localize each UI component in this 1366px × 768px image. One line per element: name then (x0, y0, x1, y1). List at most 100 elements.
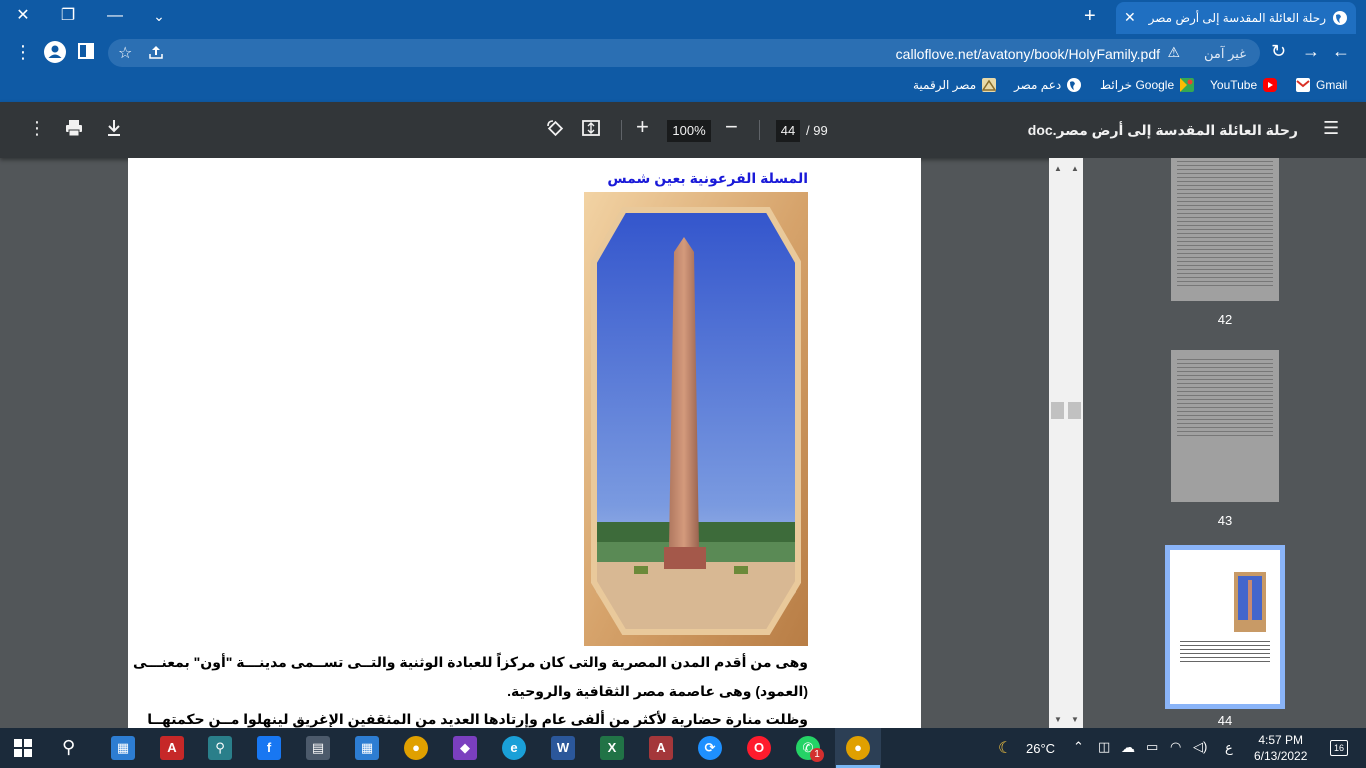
chrome-active-icon[interactable]: ● (846, 736, 870, 760)
chrome-icon[interactable]: ● (404, 736, 428, 760)
bookmark-label: Gmail (1316, 78, 1348, 92)
bookmark-support-egypt[interactable]: دعم مصر (1014, 78, 1082, 92)
more-options-icon[interactable]: ⋮ (28, 118, 46, 139)
temperature[interactable]: 26°C (1026, 741, 1055, 756)
fit-page-icon[interactable] (581, 118, 601, 138)
minimize-window-button[interactable]: — (92, 4, 138, 28)
pdf-page: المسلة الفرعونية بعين شمس وهى من أقدم ال… (128, 158, 921, 728)
close-window-button[interactable]: ✕ (0, 4, 46, 28)
download-icon[interactable] (104, 118, 124, 138)
show-hidden-icons-icon[interactable]: ⌃ (1073, 739, 1084, 755)
side-panel-icon[interactable] (78, 43, 94, 59)
windows-start-icon[interactable] (14, 739, 32, 757)
sync-icon[interactable]: ⟳ (698, 736, 722, 760)
toolbar-separator (621, 120, 622, 140)
bookmark-digital-egypt[interactable]: مصر الرقمية (913, 78, 997, 92)
toolbar-separator (759, 120, 760, 140)
scrollbar-thumb[interactable] (1051, 402, 1064, 419)
zoom-level-input[interactable]: 100% (667, 120, 711, 142)
menu-kebab-icon[interactable]: ⋮ (14, 42, 32, 63)
meet-now-icon[interactable]: ◫ (1098, 739, 1110, 755)
zoom-in-icon[interactable]: + (636, 114, 649, 140)
browser-tab[interactable]: رحلة العائلة المقدسة إلى أرض مصر ✕ (1116, 2, 1356, 34)
close-tab-icon[interactable]: ✕ (1124, 9, 1136, 26)
bookmark-label: YouTube (1210, 78, 1258, 92)
calendar-icon[interactable]: ▦ (355, 736, 379, 760)
windows-taskbar: ⚲ ▦ A ⚲ f ▤ ▦ ● ◆ e W X A ⟳ O ✆ 1 ● ☾ 26… (0, 728, 1366, 768)
search-icon[interactable]: ⚲ (62, 737, 75, 758)
back-icon[interactable]: ← (1332, 41, 1350, 62)
bookmark-star-icon[interactable]: ☆ (118, 43, 132, 63)
bookmark-label: خرائط Google (1100, 78, 1175, 92)
bookmark-google-maps[interactable]: خرائط Google (1100, 78, 1195, 92)
gmail-icon (1296, 78, 1310, 92)
clock-time: 4:57 PM (1258, 733, 1304, 747)
navigation-bar: ⋮ ☆ calloflove.net/avatony/book/HolyFami… (0, 34, 1366, 70)
not-secure-label[interactable]: غير آمن (1204, 46, 1246, 62)
restore-window-button[interactable]: ❐ (45, 4, 91, 28)
edge-icon[interactable]: e (502, 736, 526, 760)
new-tab-button[interactable]: + (1084, 6, 1096, 26)
maps-icon (1180, 78, 1195, 92)
sidebar-menu-icon[interactable]: ☰ (1323, 118, 1339, 139)
access-icon[interactable]: A (649, 736, 673, 760)
whatsapp-badge: 1 (810, 748, 824, 762)
bookmark-label: مصر الرقمية (913, 78, 977, 92)
paragraph-line-1: وهى من أقدم المدن المصرية والتى كان مركز… (132, 654, 808, 670)
page-thumbnail-active[interactable] (1165, 545, 1285, 709)
scroll-up-arrow[interactable]: ▲ (1071, 164, 1079, 173)
globe-icon (1332, 10, 1348, 26)
thumbnail-page-number: 42 (1217, 312, 1233, 327)
battery-icon[interactable]: ▭ (1146, 739, 1158, 755)
thumbnail-sidebar: 42 43 44 (1083, 158, 1366, 728)
notification-center-icon[interactable]: 16 (1330, 740, 1348, 756)
search-everything-icon[interactable]: ⚲ (208, 736, 232, 760)
word-icon[interactable]: W (551, 736, 575, 760)
control-panel-icon[interactable]: ▦ (111, 736, 135, 760)
vertical-scrollbar[interactable]: ▲ ▲ ▼ ▼ (1049, 158, 1083, 728)
autocad-icon[interactable]: A (160, 736, 184, 760)
page-total: / 99 (806, 123, 828, 138)
forward-icon[interactable]: → (1302, 41, 1320, 62)
paragraph-line-3: وظلت منارة حضارية لأكثر من ألفى عام وإرت… (147, 711, 808, 727)
bookmark-label: دعم مصر (1014, 78, 1062, 92)
excel-icon[interactable]: X (600, 736, 624, 760)
bookmark-youtube[interactable]: YouTube (1210, 78, 1278, 92)
reload-icon[interactable]: ↻ (1271, 41, 1286, 62)
page-thumbnail[interactable] (1171, 158, 1279, 301)
warning-icon[interactable]: ⚠ (1167, 44, 1180, 61)
weather-moon-icon[interactable]: ☾ (998, 738, 1012, 758)
paragraph-line-2: (العمود) وهى عاصمة مصر الثقافية والروحية… (507, 683, 808, 699)
language-indicator[interactable]: ع (1225, 740, 1233, 756)
url-text[interactable]: calloflove.net/avatony/book/HolyFamily.p… (896, 46, 1160, 62)
clock-date: 6/13/2022 (1254, 749, 1308, 763)
calculator-icon[interactable]: ▤ (306, 736, 330, 760)
facebook-icon[interactable]: f (257, 736, 281, 760)
page-thumbnail[interactable] (1171, 350, 1279, 502)
scrollbar-thumb[interactable] (1068, 402, 1081, 419)
print-icon[interactable] (64, 118, 84, 138)
tab-title: رحلة العائلة المقدسة إلى أرض مصر (1148, 11, 1326, 25)
share-icon[interactable] (148, 44, 164, 60)
digital-egypt-icon (982, 78, 997, 92)
globe-icon (1067, 78, 1082, 92)
youtube-icon (1263, 78, 1278, 92)
pdf-toolbar: ⋮ + 100% − 44 / 99 رحلة العائلة المقدسة … (0, 102, 1366, 158)
scroll-down-arrow[interactable]: ▼ (1054, 715, 1062, 724)
scroll-down-arrow[interactable]: ▼ (1071, 715, 1079, 724)
scroll-up-arrow[interactable]: ▲ (1054, 164, 1062, 173)
volume-icon[interactable]: ◁) (1193, 739, 1207, 755)
opera-icon[interactable]: O (747, 736, 771, 760)
address-bar[interactable]: ☆ calloflove.net/avatony/book/HolyFamily… (108, 39, 1260, 67)
zoom-out-icon[interactable]: − (725, 114, 738, 140)
document-title: رحلة العائلة المقدسة إلى أرض مصر.doc (1027, 122, 1298, 138)
tab-search-icon[interactable]: ⌄ (136, 4, 182, 28)
rotate-icon[interactable] (545, 118, 565, 138)
wifi-icon[interactable]: ◠ (1170, 739, 1181, 755)
clock[interactable]: 4:57 PM 6/13/2022 (1254, 732, 1307, 764)
visual-studio-icon[interactable]: ◆ (453, 736, 477, 760)
bookmark-gmail[interactable]: Gmail (1296, 78, 1347, 92)
profile-icon[interactable] (44, 41, 66, 63)
onedrive-cloud-icon[interactable]: ☁ (1121, 739, 1135, 756)
page-number-input[interactable]: 44 (776, 120, 800, 142)
